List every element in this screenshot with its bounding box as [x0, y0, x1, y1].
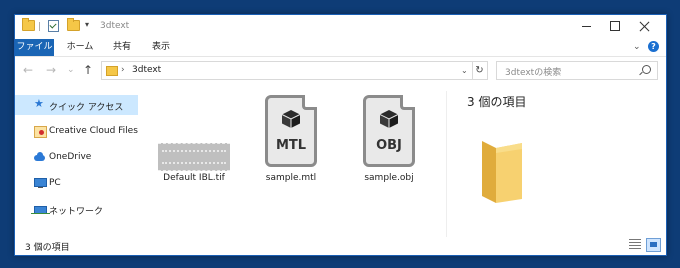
minimize-button[interactable]	[577, 18, 597, 34]
new-folder-icon[interactable]	[67, 18, 80, 31]
cloud-icon	[34, 152, 45, 161]
sidebar-item-network[interactable]: ネットワーク	[15, 199, 138, 219]
tab-view[interactable]: 表示	[148, 39, 174, 56]
explorer-window: | ▾ 3dtext ファイル ホーム 共有 表示 ⌄ ? ← → ⌄ ↑ › …	[14, 14, 667, 256]
large-icons-view-button[interactable]	[646, 238, 661, 252]
recent-locations-icon[interactable]: ⌄	[67, 65, 75, 75]
breadcrumb-separator-icon[interactable]: ›	[121, 65, 125, 75]
folder-icon	[482, 141, 522, 203]
breadcrumb-3dtext[interactable]: 3dtext	[132, 65, 161, 75]
creative-cloud-folder-icon	[34, 126, 47, 138]
sidebar-item-creative-cloud-files[interactable]: Creative Cloud Files	[15, 121, 138, 141]
window-title: 3dtext	[100, 21, 130, 31]
sidebar-item-label: OneDrive	[49, 152, 92, 162]
tab-file[interactable]: ファイル	[15, 39, 54, 56]
ribbon-tabs: ファイル ホーム 共有 表示 ⌄ ?	[15, 39, 666, 57]
file-name-sample-obj[interactable]: sample.obj	[364, 173, 413, 183]
up-button[interactable]: ↑	[83, 63, 93, 77]
folder-icon	[22, 18, 35, 31]
search-input[interactable]: 3dtextの検索	[496, 61, 658, 80]
sidebar-item-onedrive[interactable]: OneDrive	[15, 147, 138, 167]
address-bar[interactable]: › 3dtext ⌄	[101, 61, 473, 80]
file-name-default-ibl[interactable]: Default IBL.tif	[163, 173, 225, 183]
maximize-button[interactable]	[605, 18, 625, 34]
mtl-file-icon[interactable]: MTL	[265, 95, 317, 167]
close-button[interactable]	[635, 18, 655, 34]
back-button[interactable]: ←	[23, 63, 33, 77]
cube-icon	[281, 110, 301, 128]
sidebar-item-label: PC	[49, 178, 61, 188]
star-icon: ★	[34, 97, 44, 110]
qat-dropdown-icon[interactable]: ▾	[85, 20, 89, 29]
sidebar-item-label: クイック アクセス	[49, 103, 124, 113]
help-icon[interactable]: ?	[648, 41, 659, 52]
folder-icon	[106, 66, 118, 76]
network-icon	[31, 206, 50, 214]
details-view-button[interactable]	[629, 239, 641, 249]
tab-home[interactable]: ホーム	[63, 39, 97, 56]
address-dropdown-icon[interactable]: ⌄	[461, 66, 468, 75]
search-icon[interactable]	[642, 65, 651, 74]
qat-separator: |	[38, 22, 42, 32]
file-type-badge: MTL	[275, 138, 307, 153]
sidebar-item-label: ネットワーク	[49, 207, 104, 217]
navigation-pane: ★ クイック アクセス Creative Cloud Files OneDriv…	[15, 91, 138, 233]
address-row: ← → ⌄ ↑ › 3dtext ⌄ ↻ 3dtextの検索	[15, 59, 666, 83]
status-item-count: 3 個の項目	[25, 243, 70, 253]
computer-icon	[34, 178, 47, 188]
ribbon-expand-icon[interactable]: ⌄	[633, 42, 641, 52]
cube-icon	[379, 110, 399, 128]
image-file-icon[interactable]	[158, 143, 230, 171]
preview-divider[interactable]	[446, 91, 447, 237]
obj-file-icon[interactable]: OBJ	[363, 95, 415, 167]
file-type-badge: OBJ	[376, 138, 402, 153]
sidebar-item-label: Creative Cloud Files	[49, 126, 138, 136]
forward-button[interactable]: →	[46, 63, 56, 77]
title-bar: | ▾ 3dtext	[15, 15, 666, 39]
refresh-button[interactable]: ↻	[472, 61, 488, 80]
sidebar-item-quick-access[interactable]: ★ クイック アクセス	[15, 95, 138, 115]
tab-share[interactable]: 共有	[109, 39, 135, 56]
sidebar-item-pc[interactable]: PC	[15, 173, 138, 193]
preview-title: 3 個の項目	[467, 95, 527, 109]
status-bar: 3 個の項目	[15, 235, 666, 255]
file-name-sample-mtl[interactable]: sample.mtl	[266, 173, 316, 183]
properties-icon[interactable]	[48, 20, 59, 32]
search-placeholder: 3dtextの検索	[505, 68, 562, 78]
